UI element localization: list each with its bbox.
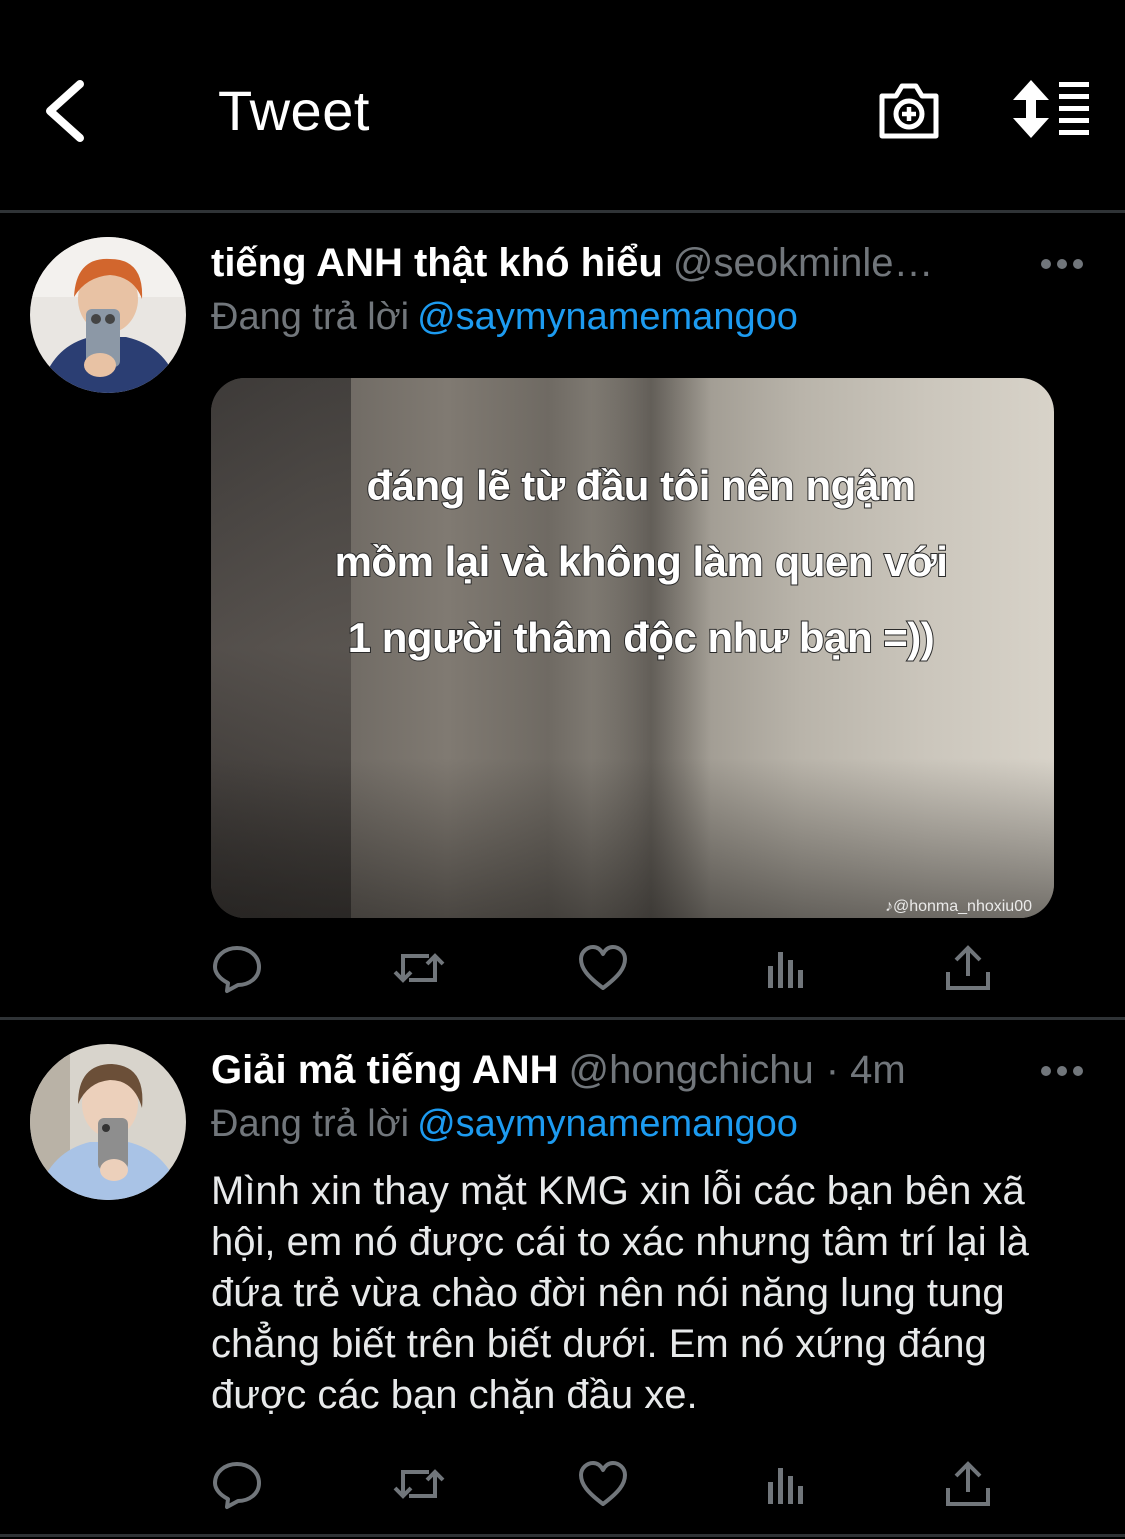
replying-to: Đang trả lời @saymynamemangoo: [211, 296, 798, 339]
divider: [0, 210, 1125, 213]
display-name[interactable]: tiếng ANH thật khó hiểu: [211, 241, 663, 285]
sort-replies-icon[interactable]: [1013, 78, 1093, 140]
share-icon[interactable]: [942, 942, 994, 994]
handle[interactable]: @hongchichu: [568, 1048, 813, 1092]
page-title: Tweet: [218, 79, 370, 142]
analytics-icon[interactable]: [760, 942, 812, 994]
top-bar: Tweet: [0, 0, 1125, 210]
avatar[interactable]: [30, 1044, 186, 1200]
share-icon[interactable]: [942, 1458, 994, 1510]
author-line: Giải mã tiếng ANH @hongchichu · 4m: [211, 1048, 906, 1093]
timestamp: · 4m: [825, 1048, 906, 1092]
like-icon[interactable]: [577, 1458, 629, 1510]
more-options-icon[interactable]: [1040, 257, 1084, 271]
divider: [0, 1534, 1125, 1537]
back-arrow-icon[interactable]: [40, 78, 100, 144]
tweet-image[interactable]: đáng lẽ từ đầu tôi nên ngậm mồm lại và k…: [211, 378, 1054, 918]
image-caption-text: đáng lẽ từ đầu tôi nên ngậm mồm lại và k…: [334, 461, 949, 662]
tweet-text: Mình xin thay mặt KMG xin lỗi các bạn bê…: [211, 1169, 1029, 1417]
reply-icon[interactable]: [211, 1458, 263, 1510]
image-shadow: [211, 758, 1054, 918]
handle[interactable]: @seokminle…: [673, 241, 934, 285]
reply-mention-link[interactable]: @saymynamemangoo: [417, 1103, 798, 1145]
avatar[interactable]: [30, 237, 186, 393]
reply-mention-link[interactable]: @saymynamemangoo: [417, 296, 798, 338]
analytics-icon[interactable]: [760, 1458, 812, 1510]
tweet-actions: [211, 942, 1011, 998]
retweet-icon[interactable]: [393, 942, 445, 994]
camera-plus-icon[interactable]: [876, 78, 942, 142]
retweet-icon[interactable]: [393, 1458, 445, 1510]
divider: [0, 1017, 1125, 1020]
image-watermark: ♪@honma_nhoxiu00: [884, 898, 1032, 915]
replying-to: Đang trả lời @saymynamemangoo: [211, 1103, 798, 1146]
replying-to-label: Đang trả lời: [211, 296, 410, 338]
reply-icon[interactable]: [211, 942, 263, 994]
tweet-actions: [211, 1458, 1011, 1514]
more-options-icon[interactable]: [1040, 1064, 1084, 1078]
display-name[interactable]: Giải mã tiếng ANH: [211, 1048, 558, 1092]
like-icon[interactable]: [577, 942, 629, 994]
author-line: tiếng ANH thật khó hiểu @seokminle…: [211, 241, 934, 286]
replying-to-label: Đang trả lời: [211, 1103, 410, 1145]
